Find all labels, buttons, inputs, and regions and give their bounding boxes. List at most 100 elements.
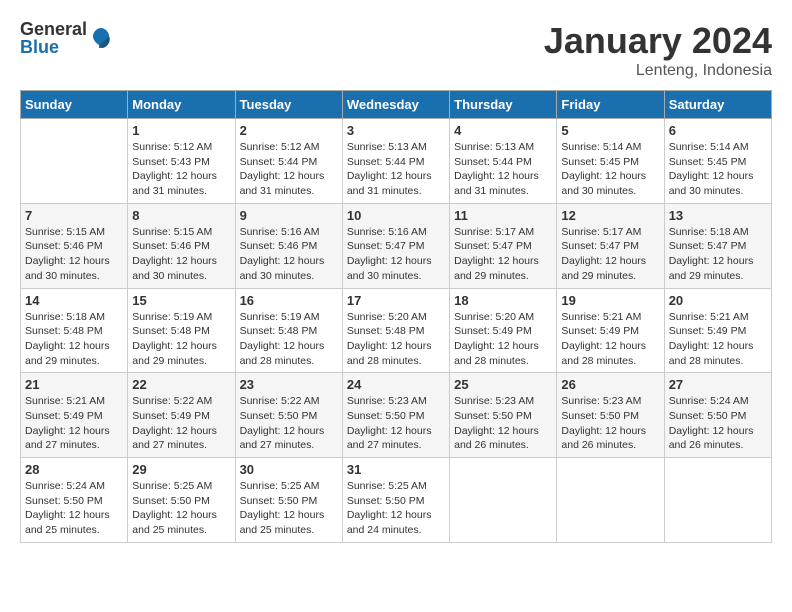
day-info: Sunrise: 5:21 AMSunset: 5:49 PMDaylight:… (669, 310, 767, 369)
calendar-cell: 18 Sunrise: 5:20 AMSunset: 5:49 PMDayligh… (450, 288, 557, 373)
day-info: Sunrise: 5:22 AMSunset: 5:49 PMDaylight:… (132, 394, 230, 453)
calendar-cell (664, 458, 771, 543)
day-number: 5 (561, 123, 659, 138)
day-number: 1 (132, 123, 230, 138)
calendar-cell: 27 Sunrise: 5:24 AMSunset: 5:50 PMDayligh… (664, 373, 771, 458)
day-number: 8 (132, 208, 230, 223)
day-info: Sunrise: 5:21 AMSunset: 5:49 PMDaylight:… (561, 310, 659, 369)
calendar-cell (450, 458, 557, 543)
day-info: Sunrise: 5:22 AMSunset: 5:50 PMDaylight:… (240, 394, 338, 453)
day-info: Sunrise: 5:19 AMSunset: 5:48 PMDaylight:… (132, 310, 230, 369)
calendar-week-row: 7 Sunrise: 5:15 AMSunset: 5:46 PMDaylight… (21, 203, 772, 288)
day-info: Sunrise: 5:23 AMSunset: 5:50 PMDaylight:… (561, 394, 659, 453)
day-number: 22 (132, 377, 230, 392)
calendar-cell: 20 Sunrise: 5:21 AMSunset: 5:49 PMDayligh… (664, 288, 771, 373)
calendar-week-row: 1 Sunrise: 5:12 AMSunset: 5:43 PMDaylight… (21, 119, 772, 204)
day-info: Sunrise: 5:25 AMSunset: 5:50 PMDaylight:… (132, 479, 230, 538)
calendar-cell: 17 Sunrise: 5:20 AMSunset: 5:48 PMDayligh… (342, 288, 449, 373)
day-number: 31 (347, 462, 445, 477)
calendar-cell: 26Sunrise: 5:23 AMSunset: 5:50 PMDayligh… (557, 373, 664, 458)
logo-blue-text: Blue (20, 38, 87, 56)
day-number: 23 (240, 377, 338, 392)
header: General Blue January 2024 Lenteng, Indon… (20, 20, 772, 80)
day-number: 12 (561, 208, 659, 223)
day-number: 29 (132, 462, 230, 477)
day-header-friday: Friday (557, 91, 664, 119)
calendar-cell: 9 Sunrise: 5:16 AMSunset: 5:46 PMDaylight… (235, 203, 342, 288)
day-info: Sunrise: 5:16 AMSunset: 5:46 PMDaylight:… (240, 225, 338, 284)
day-number: 27 (669, 377, 767, 392)
calendar-cell: 24 Sunrise: 5:23 AMSunset: 5:50 PMDayligh… (342, 373, 449, 458)
day-info: Sunrise: 5:16 AMSunset: 5:47 PMDaylight:… (347, 225, 445, 284)
logo-icon (89, 26, 113, 50)
calendar-table: SundayMondayTuesdayWednesdayThursdayFrid… (20, 90, 772, 543)
day-number: 18 (454, 293, 552, 308)
day-info: Sunrise: 5:12 AMSunset: 5:43 PMDaylight:… (132, 140, 230, 199)
day-header-saturday: Saturday (664, 91, 771, 119)
day-info: Sunrise: 5:15 AMSunset: 5:46 PMDaylight:… (132, 225, 230, 284)
calendar-cell: 19Sunrise: 5:21 AMSunset: 5:49 PMDayligh… (557, 288, 664, 373)
location-title: Lenteng, Indonesia (544, 62, 772, 80)
calendar-cell: 28Sunrise: 5:24 AMSunset: 5:50 PMDayligh… (21, 458, 128, 543)
logo-general-text: General (20, 20, 87, 38)
day-header-sunday: Sunday (21, 91, 128, 119)
calendar-cell: 14Sunrise: 5:18 AMSunset: 5:48 PMDayligh… (21, 288, 128, 373)
day-info: Sunrise: 5:20 AMSunset: 5:48 PMDaylight:… (347, 310, 445, 369)
calendar-cell: 25Sunrise: 5:23 AMSunset: 5:50 PMDayligh… (450, 373, 557, 458)
calendar-cell: 12 Sunrise: 5:17 AMSunset: 5:47 PMDayligh… (557, 203, 664, 288)
calendar-cell: 6Sunrise: 5:14 AMSunset: 5:45 PMDaylight… (664, 119, 771, 204)
calendar-body: 1 Sunrise: 5:12 AMSunset: 5:43 PMDaylight… (21, 119, 772, 543)
day-info: Sunrise: 5:24 AMSunset: 5:50 PMDaylight:… (669, 394, 767, 453)
day-info: Sunrise: 5:25 AMSunset: 5:50 PMDaylight:… (240, 479, 338, 538)
day-number: 2 (240, 123, 338, 138)
day-info: Sunrise: 5:13 AMSunset: 5:44 PMDaylight:… (347, 140, 445, 199)
calendar-cell: 15 Sunrise: 5:19 AMSunset: 5:48 PMDayligh… (128, 288, 235, 373)
month-title: January 2024 (544, 20, 772, 62)
day-info: Sunrise: 5:12 AMSunset: 5:44 PMDaylight:… (240, 140, 338, 199)
logo: General Blue (20, 20, 113, 56)
calendar-cell: 30 Sunrise: 5:25 AMSunset: 5:50 PMDayligh… (235, 458, 342, 543)
calendar-cell: 23 Sunrise: 5:22 AMSunset: 5:50 PMDayligh… (235, 373, 342, 458)
day-number: 10 (347, 208, 445, 223)
calendar-cell: 1 Sunrise: 5:12 AMSunset: 5:43 PMDaylight… (128, 119, 235, 204)
day-number: 7 (25, 208, 123, 223)
day-number: 9 (240, 208, 338, 223)
day-info: Sunrise: 5:23 AMSunset: 5:50 PMDaylight:… (347, 394, 445, 453)
calendar-cell: 7 Sunrise: 5:15 AMSunset: 5:46 PMDaylight… (21, 203, 128, 288)
day-number: 11 (454, 208, 552, 223)
day-number: 24 (347, 377, 445, 392)
calendar-header-row: SundayMondayTuesdayWednesdayThursdayFrid… (21, 91, 772, 119)
day-info: Sunrise: 5:14 AMSunset: 5:45 PMDaylight:… (561, 140, 659, 199)
day-number: 15 (132, 293, 230, 308)
day-number: 25 (454, 377, 552, 392)
calendar-cell: 2 Sunrise: 5:12 AMSunset: 5:44 PMDaylight… (235, 119, 342, 204)
day-info: Sunrise: 5:20 AMSunset: 5:49 PMDaylight:… (454, 310, 552, 369)
day-number: 28 (25, 462, 123, 477)
day-number: 20 (669, 293, 767, 308)
calendar-week-row: 21Sunrise: 5:21 AMSunset: 5:49 PMDayligh… (21, 373, 772, 458)
calendar-week-row: 28Sunrise: 5:24 AMSunset: 5:50 PMDayligh… (21, 458, 772, 543)
calendar-cell (557, 458, 664, 543)
day-info: Sunrise: 5:25 AMSunset: 5:50 PMDaylight:… (347, 479, 445, 538)
day-number: 13 (669, 208, 767, 223)
title-area: January 2024 Lenteng, Indonesia (544, 20, 772, 80)
day-number: 30 (240, 462, 338, 477)
day-info: Sunrise: 5:13 AMSunset: 5:44 PMDaylight:… (454, 140, 552, 199)
calendar-cell: 13Sunrise: 5:18 AMSunset: 5:47 PMDayligh… (664, 203, 771, 288)
day-info: Sunrise: 5:17 AMSunset: 5:47 PMDaylight:… (454, 225, 552, 284)
calendar-cell: 21Sunrise: 5:21 AMSunset: 5:49 PMDayligh… (21, 373, 128, 458)
calendar-cell: 8 Sunrise: 5:15 AMSunset: 5:46 PMDaylight… (128, 203, 235, 288)
calendar-week-row: 14Sunrise: 5:18 AMSunset: 5:48 PMDayligh… (21, 288, 772, 373)
day-number: 17 (347, 293, 445, 308)
calendar-cell: 31 Sunrise: 5:25 AMSunset: 5:50 PMDayligh… (342, 458, 449, 543)
calendar-cell: 5 Sunrise: 5:14 AMSunset: 5:45 PMDaylight… (557, 119, 664, 204)
day-number: 4 (454, 123, 552, 138)
day-info: Sunrise: 5:17 AMSunset: 5:47 PMDaylight:… (561, 225, 659, 284)
day-info: Sunrise: 5:21 AMSunset: 5:49 PMDaylight:… (25, 394, 123, 453)
calendar-cell: 10 Sunrise: 5:16 AMSunset: 5:47 PMDayligh… (342, 203, 449, 288)
day-number: 16 (240, 293, 338, 308)
day-header-tuesday: Tuesday (235, 91, 342, 119)
calendar-cell: 3Sunrise: 5:13 AMSunset: 5:44 PMDaylight… (342, 119, 449, 204)
day-info: Sunrise: 5:18 AMSunset: 5:48 PMDaylight:… (25, 310, 123, 369)
day-info: Sunrise: 5:15 AMSunset: 5:46 PMDaylight:… (25, 225, 123, 284)
